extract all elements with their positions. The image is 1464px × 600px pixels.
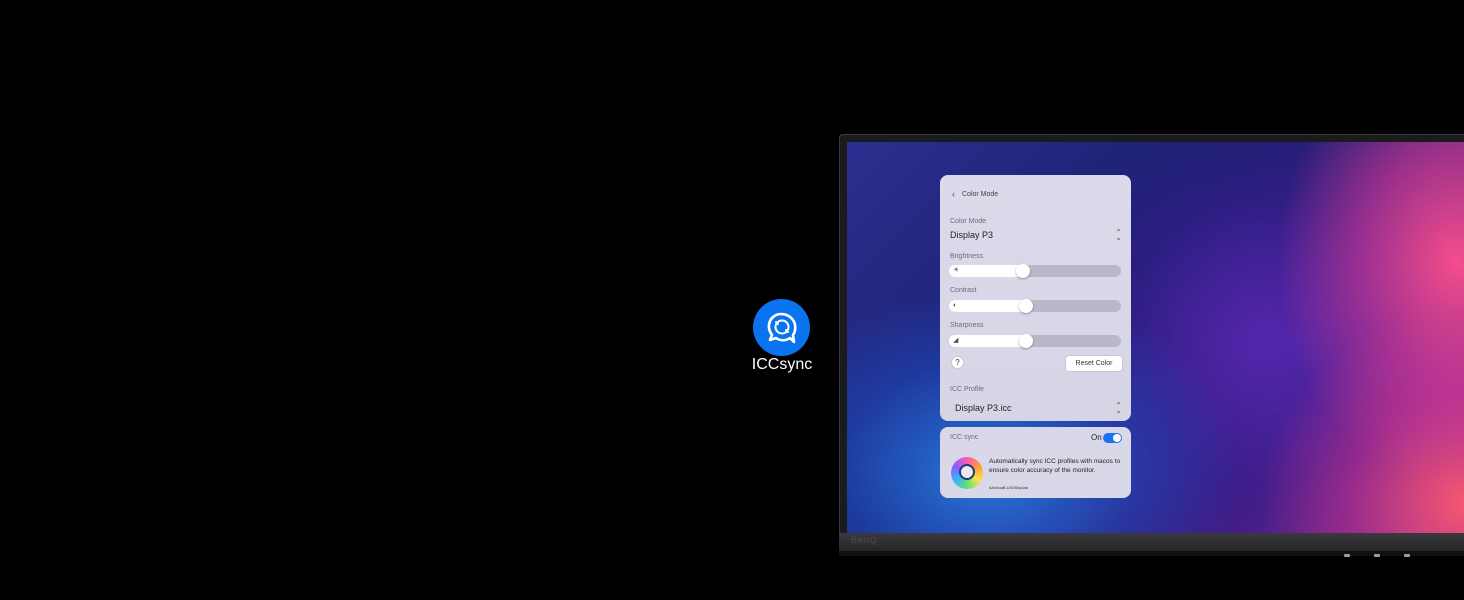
iccsync-logo-icon <box>951 457 983 489</box>
icc-sync-title: ICC sync <box>950 434 979 441</box>
iccsync-app-icon[interactable] <box>753 299 810 356</box>
app-name: ICCsync <box>751 356 813 373</box>
brightness-knob[interactable] <box>1016 264 1030 278</box>
monitor-button[interactable] <box>1344 554 1350 557</box>
chevron-left-icon: ‹ <box>952 189 955 199</box>
contrast-icon: ◐ <box>953 302 958 309</box>
color-mode-label: Color Mode <box>950 218 987 225</box>
brightness-label: Brightness <box>950 253 984 260</box>
sync-fine-print: dAhdoaB-UiDISkyUsb <box>989 485 1029 490</box>
icc-sync-toggle[interactable] <box>1103 433 1122 443</box>
contrast-knob[interactable] <box>1019 299 1033 313</box>
sharpness-slider[interactable]: ◢ <box>949 334 1121 348</box>
toggle-knob <box>1113 434 1121 442</box>
icc-profile-value: Display P3.icc <box>955 403 1012 413</box>
color-mode-panel: ‹ Color Mode Color Mode Display P3 ⌃ ⌄ Br… <box>940 175 1131 421</box>
sync-arrows-icon <box>959 464 975 480</box>
help-button[interactable]: ? <box>951 356 964 369</box>
monitor-base <box>839 551 1464 556</box>
icc-sync-panel: ICC sync On Automatically sync ICC profi… <box>940 427 1131 498</box>
reset-color-button[interactable]: Reset Color <box>1065 355 1123 372</box>
brightness-slider[interactable]: ☀ <box>949 264 1121 278</box>
monitor: BenQ <box>839 134 1464 560</box>
sharpness-label: Sharpness <box>950 322 984 329</box>
icc-profile-label: ICC Profile <box>950 386 984 393</box>
brand-logo: BenQ <box>851 535 879 545</box>
sync-shield-icon <box>767 312 797 344</box>
monitor-button[interactable] <box>1374 554 1380 557</box>
toggle-state-label: On <box>1091 433 1102 442</box>
sharpness-knob[interactable] <box>1019 334 1033 348</box>
contrast-label: Contrast <box>950 287 977 294</box>
contrast-slider[interactable]: ◐ <box>949 299 1121 313</box>
back-label: Color Mode <box>962 191 999 198</box>
icc-profile-select[interactable]: Display P3.icc ⌃ ⌄ <box>950 402 1122 415</box>
sharpness-icon: ◢ <box>953 337 959 344</box>
monitor-chin <box>839 533 1464 551</box>
sync-description: Automatically sync ICC profiles with mac… <box>989 458 1121 474</box>
sun-icon: ☀ <box>953 267 960 274</box>
chevron-updown-icon: ⌃ ⌄ <box>1115 401 1122 415</box>
chevron-updown-icon: ⌃ ⌄ <box>1115 228 1122 242</box>
monitor-button[interactable] <box>1404 554 1410 557</box>
color-mode-value: Display P3 <box>950 230 994 240</box>
color-mode-select[interactable]: Display P3 ⌃ ⌄ <box>950 229 1122 242</box>
